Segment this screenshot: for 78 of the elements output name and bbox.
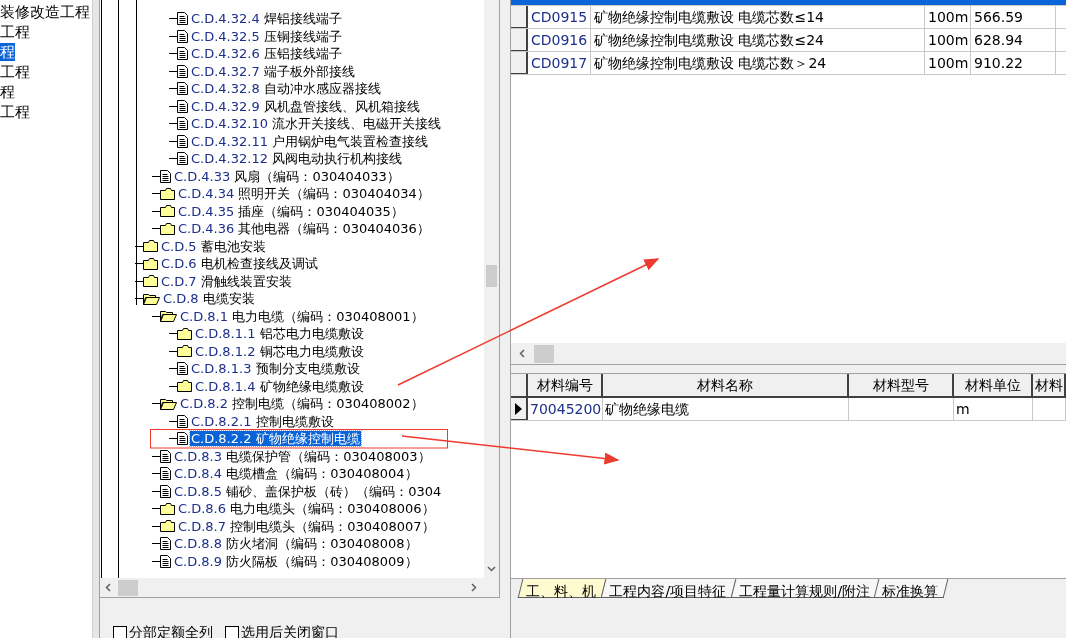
tab[interactable]: 标准换算 [874,579,949,598]
tree-item[interactable]: C.D.8.9 防火隔板（编码：030408009） [173,553,419,569]
tree-item[interactable]: C.D.7 滑触线装置安装 [160,273,293,289]
tree-item[interactable]: 装修改造工程 [0,3,90,21]
column-header[interactable]: 材料名称 [603,374,849,396]
table-cell: 566.59 [971,6,1056,28]
tree-item[interactable]: C.D.5 蓄电池安装 [160,238,267,254]
horizontal-scrollbar[interactable] [100,578,499,598]
tree-item[interactable]: C.D.8.1.1 铝芯电力电缆敷设 [194,326,365,342]
tree-item[interactable]: C.D.4.32.10 流水开关接线、电磁开关接线 [190,116,443,132]
table-cell: CD0915 [528,6,591,28]
table-cell: 100m [925,29,971,51]
table-cell: 910.22 [971,52,1056,74]
scroll-down-icon[interactable] [487,566,496,572]
horizontal-scrollbar[interactable] [511,343,1066,365]
row-header[interactable] [511,52,528,74]
table-cell: 矿物绝缘电缆 [603,398,849,420]
tree-item[interactable]: C.D.6 电机检查接线及调试 [160,256,319,272]
tree-item[interactable]: C.D.8.8 防火堵洞（编码：030408008） [173,536,419,552]
tree-item[interactable]: C.D.8.1.3 预制分支电缆敷设 [190,361,361,377]
table-cell: 100m [925,52,971,74]
column-header[interactable]: 材料 [1033,374,1066,396]
column-header[interactable]: 材料单位 [954,374,1033,396]
tree-item[interactable]: C.D.4.34 照明开关（编码：030404034） [177,186,431,202]
tree-item[interactable]: C.D.4.32.6 压铝接线端子 [190,46,343,62]
checkbox[interactable] [113,625,127,638]
tree-item[interactable]: 工程 [0,63,30,81]
row-header[interactable] [511,29,528,51]
scroll-left-icon[interactable] [519,349,525,358]
tree-item[interactable]: 工程 [0,23,30,41]
table-cell: 628.94 [971,29,1056,51]
scroll-right-icon[interactable] [471,583,477,592]
tree-item[interactable]: C.D.8.1 电力电缆（编码：030408001） [179,308,425,324]
scrollbar-thumb[interactable] [534,344,554,363]
table-cell: CD0917 [528,52,591,74]
tree-item[interactable]: C.D.8.2.2 矿物绝缘控制电缆 [190,431,361,447]
tree-item[interactable]: C.D.8.1.4 矿物绝缘电缆敷设 [194,378,365,394]
tree-item[interactable]: C.D.4.32.11 户用锅炉电气装置检查接线 [190,133,430,149]
tree-item[interactable]: C.D.4.33 风扇（编码：030404033） [173,168,401,184]
tree-item[interactable]: C.D.8.6 电力电缆头（编码：030408006） [177,501,436,517]
table-cell: 矿物绝缘控制电缆敷设 电缆芯数≤24 [591,29,925,51]
checkbox[interactable] [225,625,239,638]
column-header[interactable]: 材料编号 [528,374,603,396]
tree-item[interactable]: C.D.8.1.2 铜芯电力电缆敷设 [194,343,365,359]
column-header[interactable]: 材料型号 [849,374,954,396]
tree-item[interactable]: C.D.8.2.1 控制电缆敷设 [190,413,335,429]
checkbox-label[interactable]: 选用后关闭窗口 [241,622,339,638]
tab[interactable]: 工程内容/项目特征 [600,579,737,598]
table-cell: 矿物绝缘控制电缆敷设 电缆芯数≤14 [591,6,925,28]
row-header[interactable] [511,6,528,28]
tree-item[interactable]: C.D.4.32.4 焊铝接线端子 [190,11,343,27]
tree-item[interactable]: C.D.4.35 插座（编码：030404035） [177,203,405,219]
table-cell: 100m [925,6,971,28]
scrollbar-thumb[interactable] [118,579,138,596]
scrollbar-thumb[interactable] [486,265,497,287]
tree-item[interactable]: C.D.4.32.12 风阀电动执行机构接线 [190,151,404,167]
tab[interactable]: 工程量计算规则/附注 [730,579,880,598]
tree-item[interactable]: C.D.4.32.8 自动冲水感应器接线 [190,81,382,97]
tree-item[interactable]: C.D.8.3 电缆保护管（编码：030408003） [173,448,432,464]
tree-item[interactable]: 程 [0,43,15,61]
tree-item[interactable]: C.D.8 电缆安装 [162,291,256,307]
table-cell: m [954,398,1033,420]
tree-item[interactable]: C.D.4.36 其他电器（编码：030404036） [177,221,431,237]
tree-item[interactable]: C.D.4.32.9 风机盘管接线、风机箱接线 [190,98,421,114]
tree-item[interactable]: C.D.8.2 控制电缆（编码：030408002） [179,396,425,412]
tree-item[interactable]: 工程 [0,103,30,121]
row-header[interactable] [511,398,528,420]
tree-item[interactable]: C.D.4.32.5 压铜接线端子 [190,28,343,44]
tree-item[interactable]: 程 [0,83,15,101]
scroll-left-icon[interactable] [105,583,111,592]
tree-item[interactable]: C.D.8.7 控制电缆头（编码：030408007） [177,518,436,534]
tree-item[interactable]: C.D.4.32.7 端子板外部接线 [190,63,356,79]
tree-item[interactable]: C.D.8.5 铺砂、盖保护板（砖）（编码：0304 [173,483,443,499]
tree-item[interactable]: C.D.8.4 电缆槽盒（编码：030408004） [173,466,419,482]
table-cell: 矿物绝缘控制电缆敷设 电缆芯数＞24 [591,52,925,74]
table-cell: 70045200 [528,398,603,420]
tab[interactable]: 工、料、机 [517,579,607,598]
table-cell: CD0916 [528,29,591,51]
